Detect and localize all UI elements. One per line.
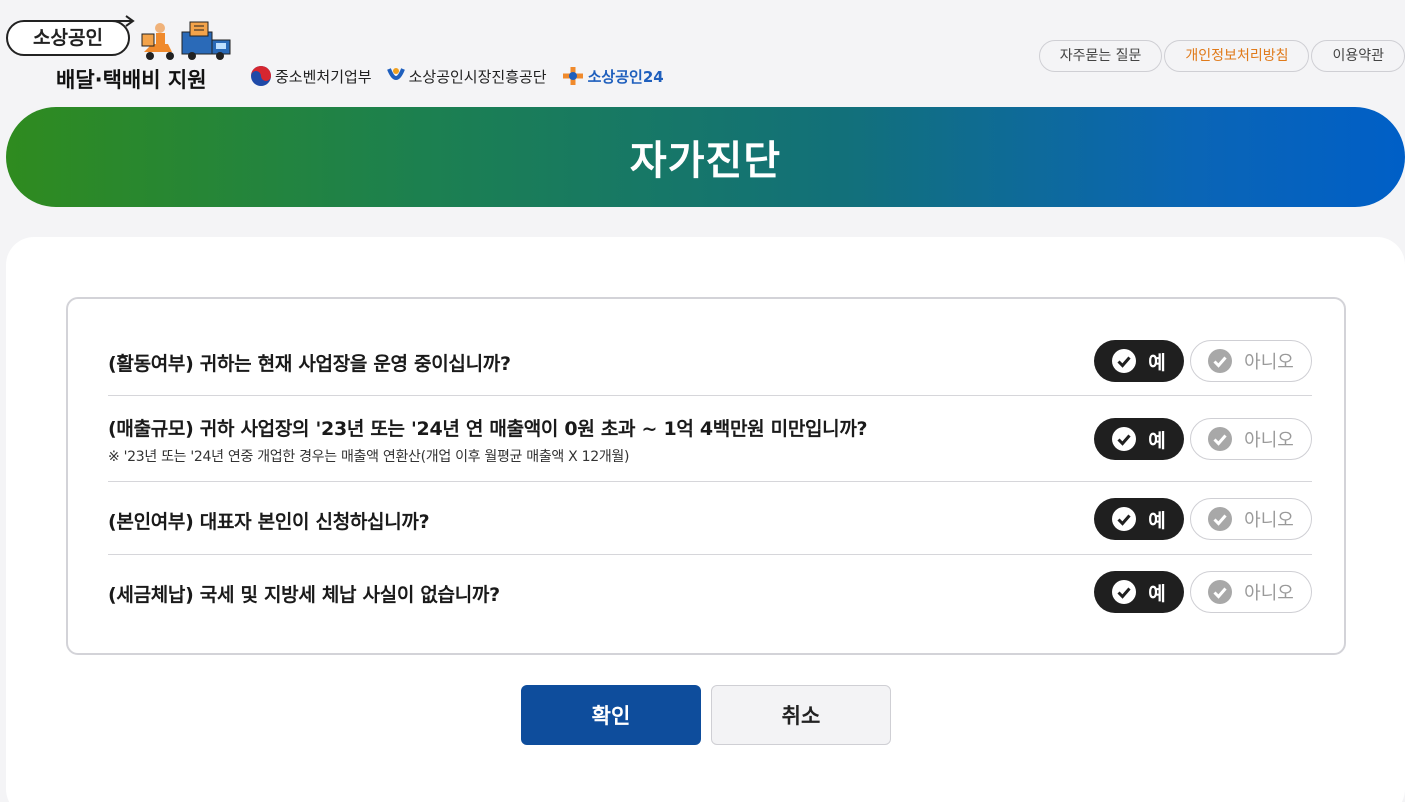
check-icon (1112, 427, 1137, 451)
answer-group: 예 아니오 (1094, 418, 1312, 460)
check-icon (1112, 580, 1137, 604)
check-icon (1208, 507, 1233, 531)
answer-yes-button[interactable]: 예 (1094, 340, 1184, 382)
page-banner: 자가진단 (6, 107, 1405, 207)
partner-semas[interactable]: 소상공인시장진흥공단 (386, 65, 547, 87)
partner-logos: 중소벤처기업부 소상공인시장진흥공단 소상공인24 (250, 64, 678, 88)
sbiz24-logo-icon (562, 67, 583, 85)
confirm-button[interactable]: 확인 (521, 685, 701, 745)
page-title: 자가진단 (629, 138, 782, 184)
answer-no-button[interactable]: 아니오 (1190, 418, 1312, 460)
question-row: (세금체납) 국세 및 지방세 체납 사실이 없습니까? 예 아니오 (108, 555, 1312, 629)
faq-link[interactable]: 자주묻는 질문 (1038, 40, 1163, 72)
check-icon (1208, 427, 1233, 451)
terms-link[interactable]: 이용약관 (1311, 40, 1405, 72)
answer-yes-label: 예 (1148, 429, 1166, 452)
question-row: (본인여부) 대표자 본인이 신청하십니까? 예 아니오 (108, 482, 1312, 555)
check-icon (1208, 349, 1233, 373)
question-text: (활동여부) 귀하는 현재 사업장을 운영 중이십니까? (108, 353, 511, 375)
privacy-policy-link[interactable]: 개인정보처리방침 (1164, 40, 1310, 72)
question-text: (세금체납) 국세 및 지방세 체납 사실이 없습니까? (108, 584, 500, 606)
answer-yes-button[interactable]: 예 (1094, 571, 1184, 613)
partner-sbiz24-label: 소상공인24 (587, 67, 664, 86)
question-note: ※ '23년 또는 '24년 연중 개업한 경우는 매출액 연환산(개업 이후 … (108, 449, 630, 465)
partner-mss[interactable]: 중소벤처기업부 (250, 65, 372, 87)
logo-arrow-icon (106, 15, 135, 27)
answer-yes-button[interactable]: 예 (1094, 418, 1184, 460)
answer-yes-label: 예 (1148, 582, 1166, 605)
form-actions: 확인 취소 (521, 685, 891, 745)
question-text: (매출규모) 귀하 사업장의 '23년 또는 '24년 연 매출액이 0원 초과… (108, 418, 868, 440)
cancel-button[interactable]: 취소 (711, 685, 891, 745)
partner-sbiz24[interactable]: 소상공인24 (561, 65, 664, 87)
site-logo[interactable]: 소상공인 배달·택배비 지원 (6, 14, 232, 94)
answer-no-button[interactable]: 아니오 (1190, 340, 1312, 382)
answer-group: 예 아니오 (1094, 571, 1312, 613)
answer-yes-label: 예 (1148, 351, 1166, 374)
taegeuk-icon (251, 66, 271, 86)
question-text: (본인여부) 대표자 본인이 신청하십니까? (108, 511, 430, 533)
top-links: 자주묻는 질문 개인정보처리방침 이용약관 (1037, 40, 1405, 72)
check-icon (1112, 507, 1137, 531)
check-icon (1112, 349, 1137, 373)
answer-no-button[interactable]: 아니오 (1190, 498, 1312, 540)
check-icon (1208, 580, 1233, 604)
partner-mss-label: 중소벤처기업부 (275, 67, 372, 86)
answer-group: 예 아니오 (1094, 340, 1312, 382)
answer-no-label: 아니오 (1244, 352, 1294, 373)
delivery-truck-icon (141, 21, 231, 60)
answer-no-label: 아니오 (1244, 510, 1294, 531)
question-row: (매출규모) 귀하 사업장의 '23년 또는 '24년 연 매출액이 0원 초과… (108, 396, 1312, 482)
main-card: (활동여부) 귀하는 현재 사업장을 운영 중이십니까? 예 아니오 (매출규모… (6, 237, 1405, 802)
question-row: (활동여부) 귀하는 현재 사업장을 운영 중이십니까? 예 아니오 (108, 319, 1312, 396)
answer-yes-label: 예 (1148, 509, 1166, 532)
answer-group: 예 아니오 (1094, 498, 1312, 540)
semas-logo-icon (386, 68, 405, 80)
answer-yes-button[interactable]: 예 (1094, 498, 1184, 540)
answer-no-label: 아니오 (1244, 583, 1294, 604)
question-list: (활동여부) 귀하는 현재 사업장을 운영 중이십니까? 예 아니오 (매출규모… (66, 297, 1346, 655)
answer-no-button[interactable]: 아니오 (1190, 571, 1312, 613)
answer-no-label: 아니오 (1244, 430, 1294, 451)
partner-semas-label: 소상공인시장진흥공단 (408, 67, 547, 86)
logo-subtitle: 배달·택배비 지원 (56, 68, 207, 92)
header: 소상공인 배달·택배비 지원 중소벤처기업부 소상공인시장진흥공단 소상공인24… (0, 0, 1405, 100)
